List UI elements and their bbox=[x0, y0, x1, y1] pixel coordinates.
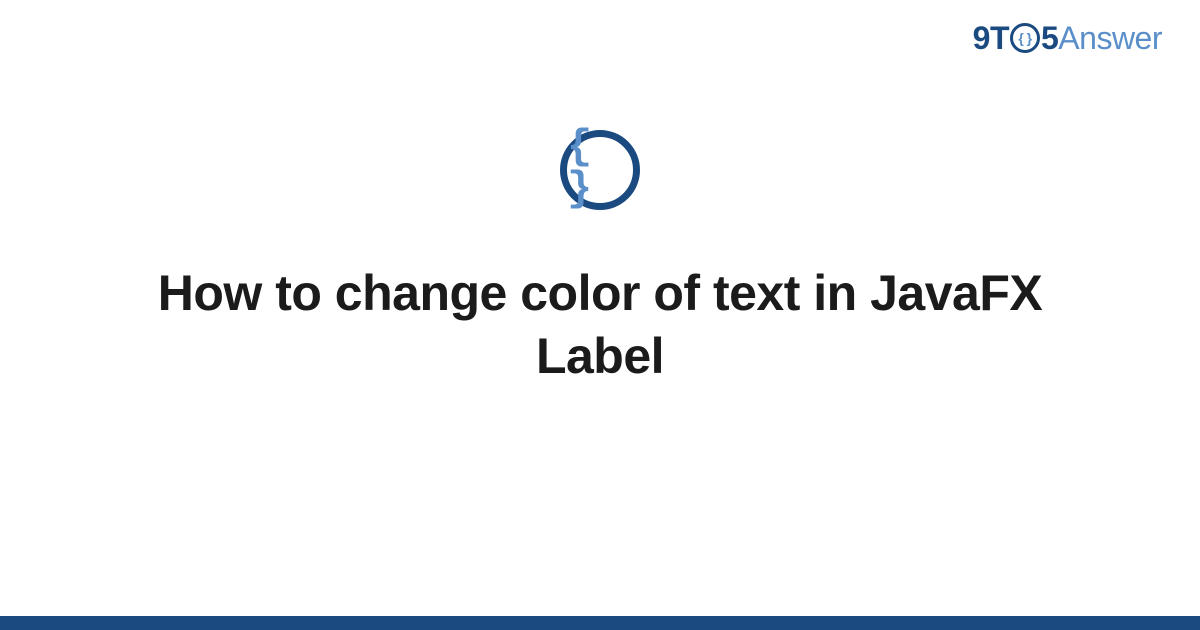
braces-glyph: { } bbox=[567, 126, 633, 210]
logo-circle-icon: { } bbox=[1010, 23, 1040, 53]
code-braces-icon: { } bbox=[560, 130, 640, 210]
site-logo: 9T { } 5 Answer bbox=[973, 20, 1162, 57]
footer-accent-bar bbox=[0, 616, 1200, 630]
main-content: { } How to change color of text in JavaF… bbox=[0, 130, 1200, 387]
logo-text-answer: Answer bbox=[1058, 20, 1162, 57]
logo-text-9t: 9T bbox=[973, 20, 1009, 57]
logo-text-5: 5 bbox=[1041, 20, 1058, 57]
page-title: How to change color of text in JavaFX La… bbox=[150, 262, 1050, 387]
logo-circle-braces: { } bbox=[1018, 31, 1031, 45]
